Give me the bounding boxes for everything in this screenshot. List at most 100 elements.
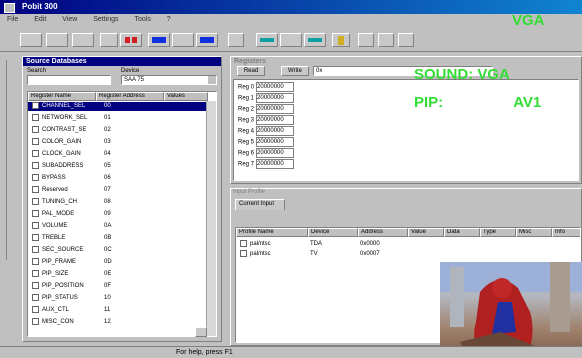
column-header[interactable]: Info: [552, 228, 580, 237]
list-item[interactable]: VOLUME 0A: [28, 222, 208, 231]
disconnect-button[interactable]: [304, 33, 326, 47]
list-item[interactable]: PIP_SIZE 0E: [28, 270, 208, 279]
column-header[interactable]: Value: [408, 228, 444, 237]
list-item[interactable]: TUNING_CH 08: [28, 198, 208, 207]
column-header[interactable]: Misc: [516, 228, 552, 237]
checkbox[interactable]: [32, 162, 39, 169]
list-item[interactable]: BYPASS 06: [28, 174, 208, 183]
column-header[interactable]: Register Name: [28, 92, 96, 101]
new-button[interactable]: [20, 33, 42, 47]
scroll-corner-button[interactable]: [195, 327, 207, 337]
menu-view[interactable]: View: [55, 14, 84, 26]
step-button[interactable]: [172, 33, 194, 47]
register-field[interactable]: 20000000: [256, 148, 295, 158]
register-field[interactable]: 20000000: [256, 104, 295, 114]
checkbox[interactable]: [32, 102, 39, 109]
profile-device: TDA: [310, 241, 322, 248]
link-button[interactable]: [280, 33, 302, 47]
register-field[interactable]: 20000000: [256, 115, 295, 125]
cut-button[interactable]: [100, 33, 118, 47]
menu-settings[interactable]: Settings: [86, 14, 125, 26]
register-field[interactable]: 20000000: [256, 159, 295, 169]
checkbox[interactable]: [32, 258, 39, 265]
column-header[interactable]: Values: [164, 92, 208, 101]
write-button[interactable]: Write: [281, 66, 309, 76]
column-header[interactable]: Register Address: [96, 92, 164, 101]
tool-button-a[interactable]: [358, 33, 374, 47]
toolbar: [0, 26, 582, 52]
list-item[interactable]: Reserved 07: [28, 186, 208, 195]
receive-button[interactable]: [196, 33, 218, 47]
checkbox[interactable]: [32, 306, 39, 313]
list-item[interactable]: SUBADDRESS 05: [28, 162, 208, 171]
checkbox[interactable]: [32, 246, 39, 253]
list-item[interactable]: NETWORK_SEL 01: [28, 114, 208, 123]
list-item[interactable]: CONTRAST_SE 02: [28, 126, 208, 135]
register-label: Reg 5: [238, 139, 255, 146]
checkbox[interactable]: [32, 282, 39, 289]
checkbox[interactable]: [32, 174, 39, 181]
list-item[interactable]: SEC_SOURCE 0C: [28, 246, 208, 255]
table-row[interactable]: pal/ntsc TV 0x0007: [236, 250, 580, 259]
list-item[interactable]: PAL_MODE 09: [28, 210, 208, 219]
list-item[interactable]: TREBLE 0B: [28, 234, 208, 243]
pip-label: PIP:: [414, 94, 444, 111]
list-item[interactable]: COLOR_GAIN 03: [28, 138, 208, 147]
table-row[interactable]: pal/ntsc TDA 0x0000: [236, 240, 580, 249]
checkbox[interactable]: [32, 270, 39, 277]
connect-button[interactable]: [256, 33, 278, 47]
list-item[interactable]: CLOCK_GAIN 04: [28, 150, 208, 159]
column-header[interactable]: Type: [480, 228, 516, 237]
menu-edit[interactable]: Edit: [27, 14, 53, 26]
menu-help[interactable]: ?: [160, 14, 178, 26]
tool-button-b[interactable]: [378, 33, 394, 47]
list-scrollbar[interactable]: [206, 101, 216, 336]
tool-button-c[interactable]: [398, 33, 414, 47]
register-field[interactable]: 20000000: [256, 93, 295, 103]
checkbox[interactable]: [32, 150, 39, 157]
send-button[interactable]: [148, 33, 170, 47]
list-item[interactable]: CHANNEL_SEL 00: [28, 102, 208, 111]
edit-button[interactable]: [332, 33, 350, 47]
save-button[interactable]: [72, 33, 94, 47]
menu-file[interactable]: File: [0, 14, 25, 26]
checkbox[interactable]: [240, 250, 247, 257]
register-field[interactable]: 20000000: [256, 137, 295, 147]
register-value: 08: [104, 199, 111, 206]
stop-button[interactable]: [228, 33, 244, 47]
checkbox[interactable]: [32, 234, 39, 241]
record-button[interactable]: [120, 33, 142, 47]
column-header[interactable]: Address: [358, 228, 408, 237]
chevron-down-icon[interactable]: [208, 76, 216, 84]
device-select[interactable]: SAA 75: [121, 75, 217, 85]
checkbox[interactable]: [240, 240, 247, 247]
open-button[interactable]: [46, 33, 68, 47]
checkbox[interactable]: [32, 138, 39, 145]
list-item[interactable]: AUX_CTL 11: [28, 306, 208, 315]
column-header[interactable]: Device: [308, 228, 358, 237]
search-input[interactable]: [27, 75, 111, 85]
pip-video-window: [440, 262, 582, 358]
list-item[interactable]: MISC_CON 12: [28, 318, 208, 327]
register-field[interactable]: 20000000: [256, 126, 295, 136]
device-label: Device: [121, 68, 140, 74]
menu-tools[interactable]: Tools: [128, 14, 158, 26]
checkbox[interactable]: [32, 318, 39, 325]
column-header[interactable]: Profile Name: [236, 228, 308, 237]
read-button[interactable]: Read: [237, 66, 265, 76]
list-item[interactable]: PIP_STATUS 10: [28, 294, 208, 303]
tab-current-input[interactable]: Current Input: [235, 199, 285, 210]
list-item[interactable]: PIP_FRAME 0D: [28, 258, 208, 267]
checkbox[interactable]: [32, 186, 39, 193]
checkbox[interactable]: [32, 294, 39, 301]
checkbox[interactable]: [32, 114, 39, 121]
checkbox[interactable]: [32, 126, 39, 133]
checkbox[interactable]: [32, 222, 39, 229]
column-header[interactable]: Data: [444, 228, 480, 237]
register-value: 03: [104, 139, 111, 146]
register-field[interactable]: 20000000: [256, 82, 295, 92]
pip-video-frame: [440, 262, 582, 358]
checkbox[interactable]: [32, 210, 39, 217]
list-item[interactable]: PIP_POSITION 0F: [28, 282, 208, 291]
checkbox[interactable]: [32, 198, 39, 205]
